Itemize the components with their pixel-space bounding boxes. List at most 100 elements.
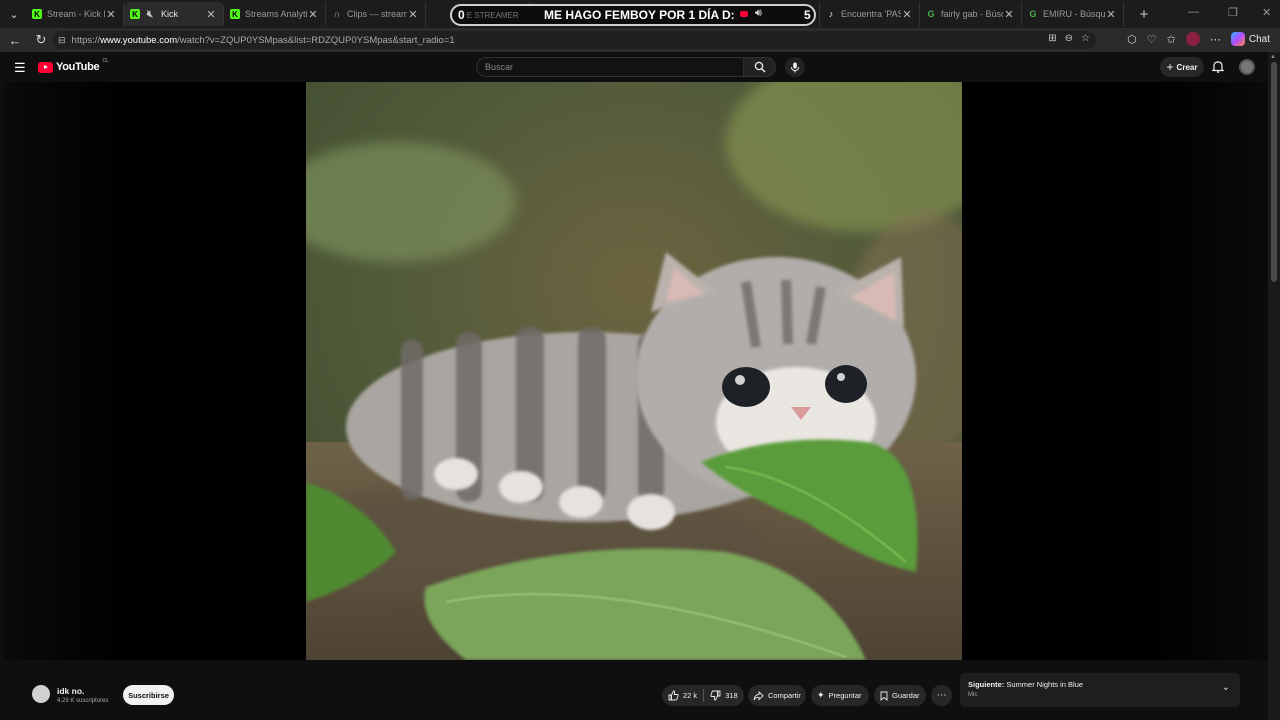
youtube-wordmark: YouTube	[56, 61, 100, 73]
youtube-play-icon	[38, 61, 53, 73]
browser-profile-avatar[interactable]	[1185, 32, 1200, 46]
kick-icon: K	[130, 9, 140, 19]
bookmark-icon	[880, 691, 888, 701]
muted-speaker-icon[interactable]: 🔇︎	[145, 9, 155, 20]
browser-essentials-icon[interactable]: ♡	[1147, 33, 1157, 46]
up-next-title: Siguiente: Summer Nights in Blue	[968, 680, 1084, 689]
page-scrollbar[interactable]: ▲	[1268, 52, 1280, 720]
ask-label: Preguntar	[828, 691, 862, 700]
channel-avatar[interactable]	[32, 685, 50, 703]
headphones-icon: ∩	[333, 9, 341, 19]
scroll-thumb[interactable]	[1271, 62, 1277, 282]
subscriber-count: 4.29 K suscriptores	[57, 698, 109, 704]
tab-clips[interactable]: ∩ Clips — streamer ✕	[326, 2, 426, 26]
voice-search-button[interactable]	[785, 57, 805, 77]
more-actions-icon[interactable]: ⋯	[931, 685, 952, 706]
share-button[interactable]: Compartir	[748, 685, 806, 706]
video-player[interactable]	[4, 82, 1268, 660]
tab-label: Streams Analytic	[245, 9, 307, 19]
tab-emiru-search[interactable]: G EMIRU - Búsqued ✕	[1022, 2, 1124, 26]
country-code: CL	[102, 58, 109, 64]
close-icon[interactable]: ✕	[1105, 8, 1117, 21]
close-icon[interactable]: ✕	[1003, 8, 1015, 21]
restore-icon[interactable]: ❐	[1228, 6, 1238, 19]
create-button[interactable]: + Crear	[1160, 57, 1204, 77]
overlay-ghost-text: E STREAMER	[466, 10, 519, 20]
scroll-up-arrow-icon[interactable]: ▲	[1270, 54, 1276, 60]
account-avatar[interactable]	[1239, 59, 1255, 75]
star-icon[interactable]: ☆	[1081, 33, 1090, 44]
new-tab-button[interactable]: +	[1132, 6, 1156, 23]
browser-toolbar: ← ↻ ⊟ https://www.youtube.com/watch?v=ZQ…	[0, 28, 1280, 52]
tab-list-dropdown-icon[interactable]: ⌄	[2, 3, 26, 25]
menu-icon[interactable]: ☰	[14, 60, 26, 76]
reload-icon[interactable]: ↻	[30, 32, 52, 48]
tab-kick[interactable]: K 🔇︎ Kick ✕	[124, 2, 224, 26]
favorites-icon[interactable]: ✩	[1167, 33, 1176, 46]
extensions-icon[interactable]: ⬡	[1127, 33, 1137, 46]
like-icon[interactable]	[668, 690, 679, 701]
video-frame-kitten[interactable]	[306, 82, 962, 660]
google-icon: G	[927, 9, 935, 19]
video-info-bar: idk no. 4.29 K suscriptores Suscribirse …	[0, 660, 1268, 720]
like-dislike-group: 22 k 318	[662, 685, 744, 706]
url-text: https://www.youtube.com/watch?v=ZQUP0YSM…	[71, 34, 455, 46]
tab-label: Encuentra 'PASAN	[841, 9, 901, 19]
microphone-icon	[791, 62, 799, 72]
close-icon[interactable]: ✕	[407, 8, 419, 21]
youtube-header: ☰ YouTube CL + Crear	[0, 52, 1268, 82]
dislike-icon[interactable]	[710, 690, 721, 701]
tiktok-icon: ♪	[828, 9, 834, 19]
close-icon[interactable]: ✕	[105, 8, 117, 21]
close-icon[interactable]: ✕	[901, 8, 913, 21]
search-input[interactable]	[485, 62, 743, 72]
notifications-bell-icon[interactable]	[1212, 60, 1224, 73]
copilot-chat-button[interactable]: Chat	[1230, 32, 1270, 46]
tab-label: Stream - Kick Das	[47, 9, 105, 19]
back-arrow-icon[interactable]: ←	[4, 33, 26, 48]
tab-tiktok[interactable]: ♪ Encuentra 'PASAN ✕	[820, 2, 920, 26]
close-icon[interactable]: ✕	[307, 8, 319, 21]
chevron-down-icon[interactable]: ⌄	[1222, 682, 1230, 693]
copilot-icon	[1230, 32, 1245, 46]
youtube-logo[interactable]: YouTube CL	[38, 58, 109, 73]
app-available-icon[interactable]: ⊞	[1048, 33, 1056, 44]
more-options-icon[interactable]: ⋯	[1210, 33, 1221, 46]
speaker-icon[interactable]: 🔊︎	[755, 7, 762, 20]
search-box	[476, 57, 744, 77]
close-icon[interactable]: ✕	[205, 8, 217, 21]
kitten-image	[306, 82, 962, 660]
tab-streams-analytics[interactable]: K Streams Analytic ✕	[224, 2, 326, 26]
youtube-mini-icon	[740, 11, 748, 17]
ambient-right	[1148, 82, 1268, 660]
like-count[interactable]: 22 k	[683, 691, 697, 700]
create-label: Crear	[1176, 62, 1198, 72]
dislike-count[interactable]: 318	[725, 691, 738, 700]
overlay-right-number: 5	[804, 8, 811, 22]
tab-kick-dashboard[interactable]: K Stream - Kick Das ✕	[26, 2, 124, 26]
tab-fairly-gab-search[interactable]: G fairly gab - Búsq ✕	[920, 2, 1022, 26]
minimize-icon[interactable]: —	[1188, 6, 1199, 18]
tab-label: Clips — streamer	[347, 9, 407, 19]
like-divider	[703, 689, 705, 702]
ambient-left	[4, 82, 122, 660]
address-bar[interactable]: ⊟ https://www.youtube.com/watch?v=ZQUP0Y…	[52, 31, 1096, 49]
up-next-card[interactable]: Siguiente: Summer Nights in Blue Mic ⌄	[960, 673, 1240, 707]
search-button[interactable]	[744, 57, 776, 77]
overlay-left-number: 0	[458, 8, 465, 22]
chat-label: Chat	[1248, 33, 1270, 45]
sparkle-icon: ✦	[817, 690, 825, 700]
share-label: Compartir	[768, 691, 801, 700]
ask-button[interactable]: ✦ Preguntar	[811, 685, 869, 706]
close-window-icon[interactable]: ✕	[1262, 6, 1271, 19]
plus-icon: +	[1166, 60, 1174, 74]
tab-label: fairly gab - Búsq	[941, 9, 1003, 19]
zoom-icon[interactable]: ⊖	[1065, 33, 1073, 44]
site-info-icon[interactable]: ⊟	[58, 35, 66, 46]
save-button[interactable]: Guardar	[874, 685, 926, 706]
search-icon	[754, 61, 765, 73]
subscribe-button[interactable]: Suscribirse	[123, 685, 174, 705]
kick-icon: K	[32, 9, 42, 19]
share-icon	[753, 690, 764, 701]
channel-name[interactable]: idk no.	[57, 686, 84, 696]
